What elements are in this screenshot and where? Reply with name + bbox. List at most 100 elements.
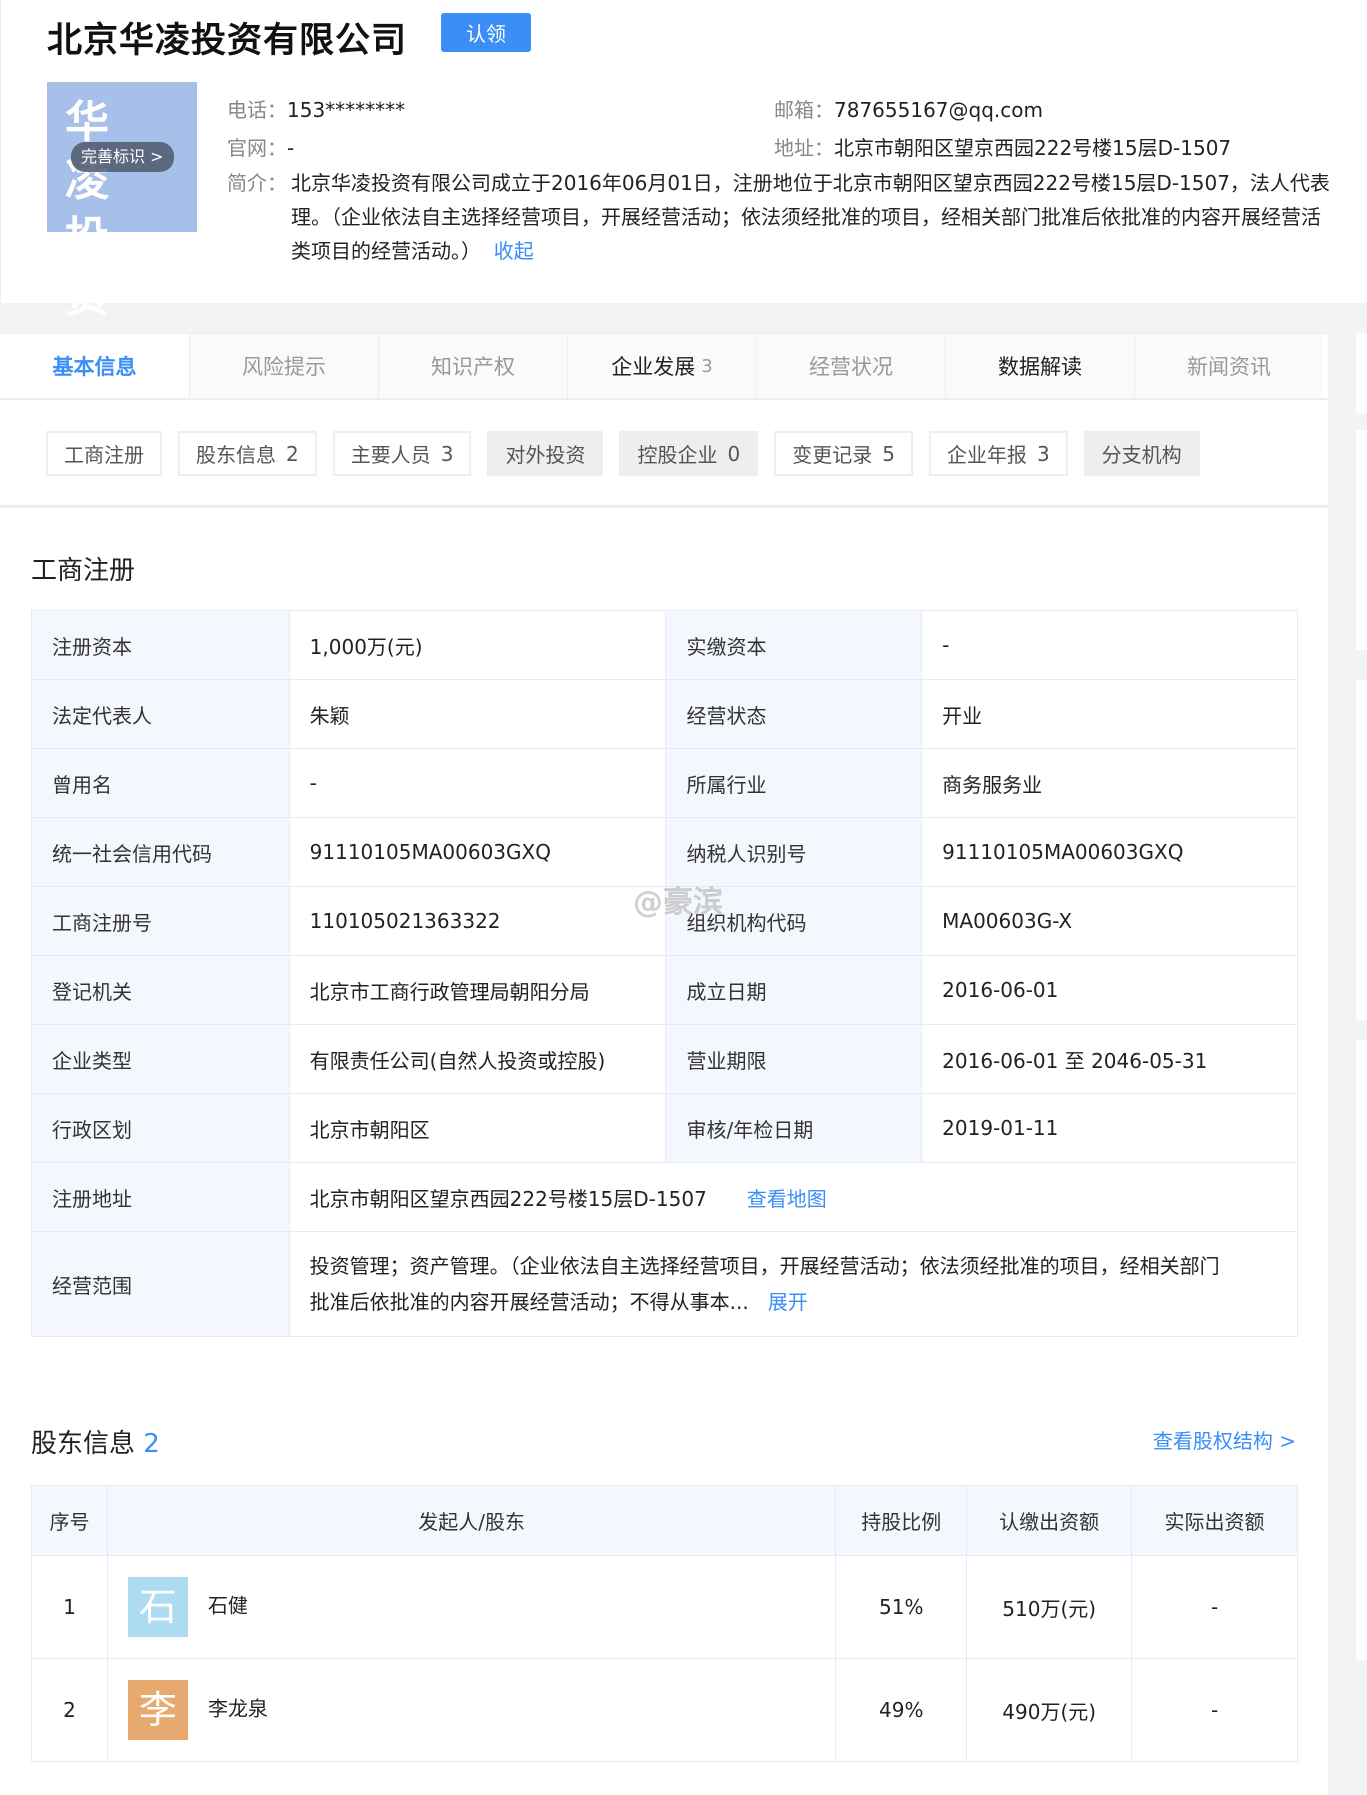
- intro-line: 类项目的经营活动。）: [291, 239, 481, 263]
- col-header: 持股比例: [835, 1485, 968, 1556]
- row-number: 2: [31, 1658, 108, 1762]
- tab-news[interactable]: 新闻资讯: [1134, 334, 1323, 398]
- shareholder-name[interactable]: 石健: [208, 1594, 248, 1618]
- collapse-link[interactable]: 收起: [494, 239, 534, 263]
- cell-label: 经营状态: [665, 679, 923, 749]
- side-panel: [1356, 430, 1367, 650]
- cell-value: 2019-01-11: [921, 1093, 1298, 1163]
- cell-label: 实缴资本: [665, 610, 923, 680]
- cell-value: 北京市朝阳区: [288, 1093, 667, 1163]
- cell-value: 北京市朝阳区望京西园222号楼15层D-1507 查看地图: [288, 1162, 1299, 1232]
- cell-label: 法定代表人: [31, 679, 290, 749]
- intro-label: 简介：: [227, 171, 287, 195]
- address-value: 北京市朝阳区望京西园222号楼15层D-1507: [834, 136, 1232, 160]
- tab-operations[interactable]: 经营状况: [756, 334, 945, 398]
- col-header: 实际出资额: [1131, 1485, 1298, 1556]
- cell-value: 91110105MA00603GXQ: [921, 817, 1298, 887]
- subtab-shareholders[interactable]: 股东信息 2: [178, 431, 317, 476]
- claim-button[interactable]: 认领: [441, 13, 531, 52]
- website-label: 官网：: [227, 136, 287, 160]
- side-panel: [1356, 1040, 1367, 1660]
- subtab-registration[interactable]: 工商注册: [46, 431, 162, 476]
- row-number: 1: [31, 1555, 108, 1659]
- improve-logo-badge[interactable]: 完善标识 >: [71, 142, 174, 172]
- intro-line: 北京华凌投资有限公司成立于2016年06月01日，注册地位于北京市朝阳区望京西园…: [291, 171, 1330, 195]
- tab-label: 知识产权: [431, 355, 515, 379]
- tab-data-analysis[interactable]: 数据解读: [945, 334, 1134, 398]
- cell-value: 2016-06-01 至 2046-05-31: [921, 1024, 1298, 1094]
- shareholder-name[interactable]: 李龙泉: [208, 1697, 268, 1721]
- subtab-changes[interactable]: 变更记录 5: [774, 431, 913, 476]
- cell-label: 注册地址: [31, 1162, 290, 1232]
- cell-label: 注册资本: [31, 610, 290, 680]
- cell-value: -: [921, 610, 1298, 680]
- cell-label: 审核/年检日期: [665, 1093, 923, 1163]
- cell-value: 商务服务业: [921, 748, 1298, 818]
- address: 地址：北京市朝阳区望京西园222号楼15层D-1507: [774, 132, 1231, 161]
- col-header: 发起人/股东: [106, 1485, 837, 1556]
- email: 邮箱：787655167@qq.com: [774, 94, 1043, 123]
- subscribed-capital: 510万(元): [966, 1555, 1133, 1659]
- cell-label: 统一社会信用代码: [31, 817, 290, 887]
- share-ratio: 51%: [835, 1555, 968, 1659]
- website: 官网：-: [227, 132, 294, 161]
- subtab-holdings[interactable]: 控股企业 0: [619, 431, 759, 476]
- table-row: 注册资本 1,000万(元) 实缴资本 -: [31, 610, 1298, 680]
- cell-value: 2016-06-01: [921, 955, 1298, 1025]
- tab-development[interactable]: 企业发展 3: [567, 334, 756, 398]
- subtab-label: 控股企业: [637, 443, 718, 467]
- subtab-branches[interactable]: 分支机构: [1083, 431, 1200, 476]
- subtab-label: 股东信息: [196, 443, 276, 467]
- tab-label: 风险提示: [242, 355, 326, 379]
- tab-ip[interactable]: 知识产权: [378, 334, 567, 398]
- cell-value: 1,000万(元): [288, 610, 667, 680]
- cell-value: 投资管理；资产管理。（企业依法自主选择经营项目，开展经营活动；依法须经批准的项目…: [288, 1231, 1299, 1337]
- cell-value: 开业: [921, 679, 1298, 749]
- subtab-investments[interactable]: 对外投资: [487, 431, 604, 476]
- shareholder-cell: 李李龙泉: [106, 1658, 837, 1762]
- shareholders-count: 2: [143, 1429, 160, 1459]
- table-row: 注册地址 北京市朝阳区望京西园222号楼15层D-1507 查看地图: [31, 1162, 1299, 1232]
- subtab-key-personnel[interactable]: 主要人员 3: [332, 431, 472, 476]
- main-tabs: 基本信息 风险提示 知识产权 企业发展 3 经营状况 数据解读 新闻资讯: [0, 333, 1328, 400]
- tab-risk[interactable]: 风险提示: [189, 334, 378, 398]
- company-name: 北京华凌投资有限公司: [47, 21, 408, 61]
- table-row: 曾用名 - 所属行业 商务服务业: [31, 748, 1298, 818]
- email-value: 787655167@qq.com: [834, 98, 1043, 122]
- intro-line: 理。（企业依法自主选择经营项目，开展经营活动；依法须经批准的项目，经相关部门批准…: [291, 205, 1321, 229]
- col-header: 序号: [31, 1485, 108, 1556]
- avatar[interactable]: 石: [127, 1577, 188, 1637]
- side-panel: [1356, 333, 1367, 413]
- subscribed-capital: 490万(元): [966, 1658, 1133, 1762]
- cell-label: 成立日期: [665, 955, 923, 1025]
- main-panel: 基本信息 风险提示 知识产权 企业发展 3 经营状况 数据解读 新闻资讯 工商注册…: [0, 333, 1328, 1795]
- cell-value: MA00603G-X: [921, 886, 1298, 956]
- registration-title: 工商注册: [31, 556, 136, 586]
- cell-label: 登记机关: [31, 955, 290, 1025]
- table-header: 序号 发起人/股东 持股比例 认缴出资额 实际出资额: [31, 1485, 1298, 1556]
- section-divider: [0, 505, 1328, 508]
- address-label: 地址：: [774, 136, 834, 160]
- subtab-label: 变更记录: [792, 443, 873, 467]
- actual-capital: -: [1131, 1658, 1298, 1762]
- cell-value: 有限责任公司(自然人投资或控股): [288, 1024, 667, 1094]
- tab-label: 企业发展: [611, 355, 696, 379]
- shareholder-cell: 石石健: [106, 1555, 837, 1659]
- view-equity-structure-link[interactable]: 查看股权结构 >: [1153, 1425, 1296, 1454]
- share-ratio: 49%: [835, 1658, 968, 1762]
- table-row: 经营范围 投资管理；资产管理。（企业依法自主选择经营项目，开展经营活动；依法须经…: [31, 1231, 1299, 1337]
- view-map-link[interactable]: 查看地图: [747, 1187, 827, 1211]
- avatar[interactable]: 李: [127, 1680, 188, 1740]
- expand-link[interactable]: 展开: [768, 1290, 808, 1314]
- tab-count: 3: [701, 355, 713, 377]
- table-row: 行政区划 北京市朝阳区 审核/年检日期 2019-01-11: [31, 1093, 1298, 1163]
- tab-basic-info[interactable]: 基本信息: [0, 334, 189, 398]
- subtab-count: 0: [727, 441, 741, 466]
- cell-value: 北京市工商行政管理局朝阳分局: [288, 955, 667, 1025]
- company-logo[interactable]: 华 凌 投 资 完善标识 >: [47, 82, 197, 322]
- cell-label: 工商注册号: [31, 886, 290, 956]
- shareholder-row: 2 李李龙泉 49% 490万(元) -: [31, 1658, 1298, 1762]
- phone-label: 电话：: [227, 98, 287, 122]
- subtab-annual-reports[interactable]: 企业年报 3: [928, 431, 1068, 476]
- cell-label: 组织机构代码: [665, 886, 923, 956]
